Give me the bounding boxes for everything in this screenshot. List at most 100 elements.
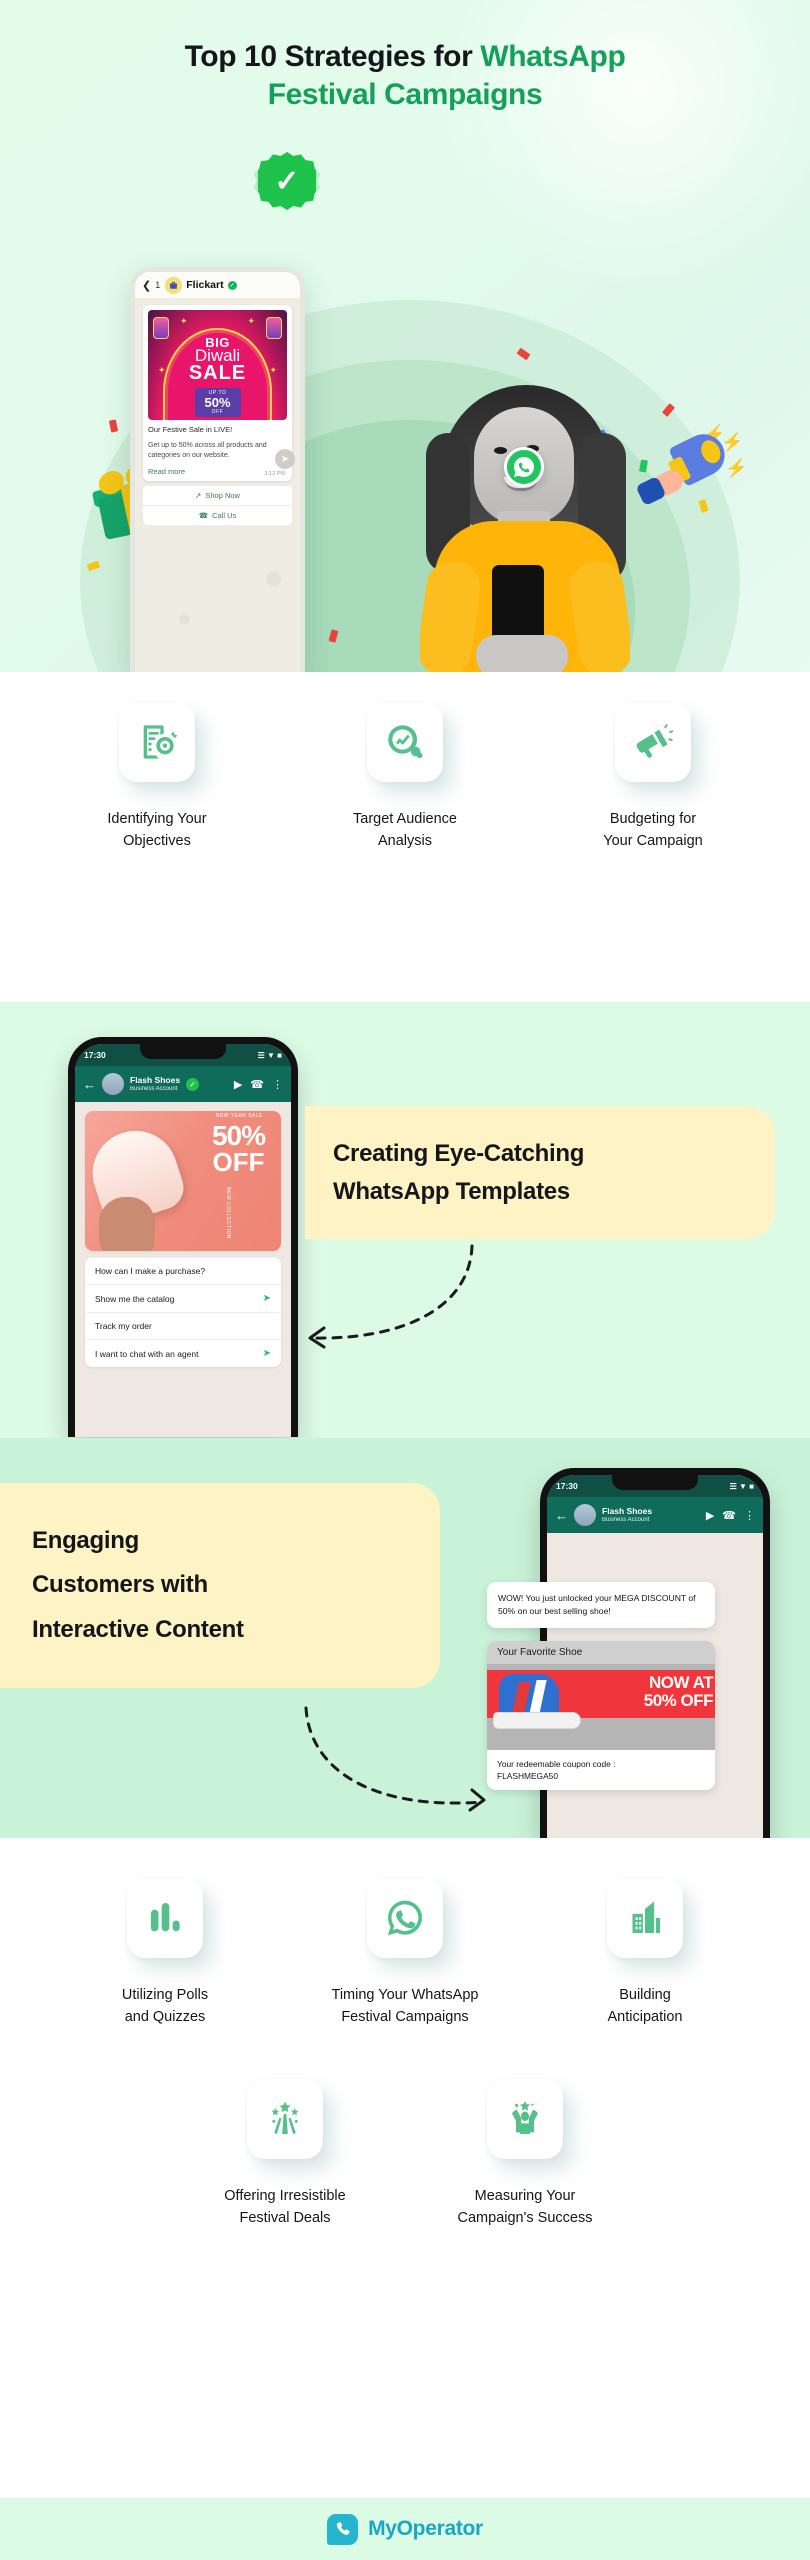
promo-bubble: NEW YEAR SALE 50% OFF NEW COLLECTION: [85, 1111, 281, 1251]
brand-name: Flickart: [186, 279, 224, 291]
icon-tile: [247, 2078, 323, 2159]
strategy-row-1: Identifying Your Objectives Target Audie…: [0, 672, 810, 853]
status-time: 17:30: [84, 1050, 106, 1060]
phone-call-icon[interactable]: ☎: [250, 1078, 264, 1091]
quick-reply-item[interactable]: Track my order: [85, 1312, 281, 1339]
card-off-label: 50% OFF: [643, 1690, 714, 1710]
strategy-label-line2: Objectives: [123, 833, 191, 850]
avatar: [102, 1073, 124, 1095]
hero-phone-mockup: ❮ 1 Flickart ✓ ✦ ✦ ✦ ✦ BIG Diwali SALE U…: [130, 267, 305, 672]
call-us-label: Call Us: [212, 511, 237, 521]
phone-notch: [612, 1475, 698, 1490]
strategy-label: Building Anticipation: [545, 1984, 745, 2029]
quick-reply-label: I want to chat with an agent: [95, 1348, 199, 1359]
title-line1-black: Top 10 Strategies for: [184, 40, 481, 73]
megaphone-icon: ⚡ ⚡ ⚡: [635, 424, 747, 520]
discount-message-text: WOW! You just unlocked your MEGA DISCOUN…: [498, 1593, 696, 1616]
strategy-label: Offering Irresistible Festival Deals: [185, 2185, 385, 2230]
quick-reply-list: How can I make a purchase? Show me the c…: [85, 1257, 281, 1367]
contact-name: Flash Shoes: [130, 1075, 181, 1086]
quick-reply-item[interactable]: How can I make a purchase?: [85, 1257, 281, 1284]
call-us-button[interactable]: ☎ Call Us: [143, 505, 292, 526]
strategy-card-measuring-success[interactable]: Measuring Your Campaign's Success: [425, 2078, 625, 2230]
cta-button-group: ↗ Shop Now ☎ Call Us: [143, 485, 292, 526]
contact-info: Flash Shoes Business Account: [130, 1075, 181, 1092]
back-icon[interactable]: ❮: [142, 279, 151, 292]
shop-now-button[interactable]: ↗ Shop Now: [143, 485, 292, 506]
phone-notch: [140, 1044, 226, 1059]
icon-tile: [127, 1878, 203, 1958]
myoperator-phone-icon: [327, 2513, 359, 2545]
promo-sale-text: SALE: [188, 362, 247, 384]
quick-reply-label: How can I make a purchase?: [95, 1266, 206, 1276]
brand-name: MyOperator: [368, 2517, 483, 2540]
more-options-icon[interactable]: ⋮: [744, 1509, 755, 1522]
video-call-icon[interactable]: ▶: [706, 1509, 714, 1522]
strategy-label: Target Audience Analysis: [305, 808, 505, 853]
strategy-label-line1: Utilizing Polls: [121, 1987, 209, 2003]
title-line1-green: WhatsApp: [480, 40, 626, 73]
fireworks-sparkle-icon: [271, 2101, 299, 2134]
templates-heading-line2: WhatsApp Templates: [333, 1177, 570, 1205]
message-timestamp: 3:12 PM: [264, 471, 285, 478]
strategy-card-building-anticipation[interactable]: Building Anticipation: [545, 1878, 745, 2029]
external-link-icon: ↗: [195, 491, 202, 501]
engaging-customers-section: Engaging Customers with Interactive Cont…: [0, 1438, 810, 1838]
strategy-card-target-audience-analysis[interactable]: Target Audience Analysis: [305, 702, 505, 853]
quick-reply-label: Track my order: [95, 1321, 152, 1331]
contact-subtitle: Business Account: [602, 1516, 650, 1523]
card-now-label: NOW AT: [648, 1673, 714, 1692]
signal-wifi-battery-icon: ☰ ▼ ■: [257, 1050, 282, 1060]
promo-percent: 50%: [204, 395, 231, 410]
infographic-page: Top 10 Strategies for WhatsApp Festival …: [0, 0, 810, 2560]
hero-phone-topbar: ❮ 1 Flickart ✓: [135, 272, 300, 299]
back-icon[interactable]: ←: [555, 1508, 568, 1523]
engaging-heading-line3: Interactive Content: [32, 1615, 244, 1643]
icon-tile: [119, 702, 195, 782]
coupon-label: Your redeemable coupon code :: [497, 1759, 616, 1769]
strategy-card-identifying-objectives[interactable]: Identifying Your Objectives: [57, 702, 257, 853]
contact-name: Flash Shoes: [602, 1506, 653, 1517]
send-arrow-icon: ➤: [262, 1293, 271, 1304]
strategy-row-3: Offering Irresistible Festival Deals Mea…: [0, 2029, 810, 2230]
strategy-card-festival-deals[interactable]: Offering Irresistible Festival Deals: [185, 2078, 385, 2230]
brand-avatar: [165, 276, 183, 294]
strategy-card-budgeting-campaign[interactable]: Budgeting for Your Campaign: [553, 702, 753, 853]
quick-reply-item[interactable]: I want to chat with an agent ➤: [85, 1339, 281, 1367]
strategy-label-line2: Campaign's Success: [457, 2210, 593, 2227]
strategy-label-line1: Building: [619, 1987, 671, 2003]
promo-off-label: OFF: [211, 409, 224, 415]
templates-heading-line1: Creating Eye-Catching: [333, 1140, 585, 1168]
promo-message-line2: Get up to 50% across all products and ca…: [148, 441, 267, 460]
quick-reply-label: Show me the catalog: [95, 1293, 175, 1304]
woman-photo: [420, 385, 630, 672]
strategy-label-line2: Anticipation: [607, 2009, 683, 2026]
strategy-label-line2: Your Campaign: [603, 833, 703, 850]
verified-check-icon: ✓: [227, 280, 237, 290]
whatsapp-chat-header: ← Flash Shoes Business Account ▶ ☎ ⋮: [547, 1497, 763, 1533]
engaging-heading-line1: Engaging: [32, 1526, 139, 1554]
templates-heading-panel: Creating Eye-Catching WhatsApp Templates: [305, 1106, 775, 1239]
coupon-code: FLASHMEGA50: [497, 1771, 558, 1782]
strategy-card-timing-campaigns[interactable]: Timing Your WhatsApp Festival Campaigns: [305, 1878, 505, 2029]
strategy-label: Budgeting for Your Campaign: [553, 808, 753, 853]
avatar: [574, 1504, 596, 1526]
forward-icon[interactable]: ➤: [275, 449, 295, 469]
status-time: 17:30: [556, 1481, 578, 1491]
back-icon[interactable]: ←: [83, 1077, 96, 1092]
verified-check-icon: ✓: [186, 1077, 200, 1091]
person-celebrate-star-icon: [512, 2100, 538, 2134]
building-growth-icon: [632, 1901, 660, 1933]
favorite-shoe-card: Your Favorite Shoe NOW AT 50% OFF Your r…: [487, 1641, 715, 1791]
strategy-card-utilizing-polls[interactable]: Utilizing Polls and Quizzes: [65, 1878, 265, 2029]
video-call-icon[interactable]: ▶: [234, 1078, 242, 1091]
dashed-arrow-icon: [308, 1244, 474, 1349]
header-actions: ▶ ☎ ⋮: [234, 1078, 283, 1091]
coupon-block: Your redeemable coupon code : FLASHMEGA5…: [487, 1750, 715, 1790]
more-options-icon[interactable]: ⋮: [272, 1078, 283, 1091]
phone-call-icon[interactable]: ☎: [722, 1509, 736, 1522]
quick-reply-item[interactable]: Show me the catalog ➤: [85, 1284, 281, 1312]
strategy-label-line1: Target Audience: [353, 811, 457, 827]
strategy-label-line1: Measuring Your: [474, 2187, 576, 2204]
strategy-label-line1: Identifying Your: [107, 811, 207, 827]
